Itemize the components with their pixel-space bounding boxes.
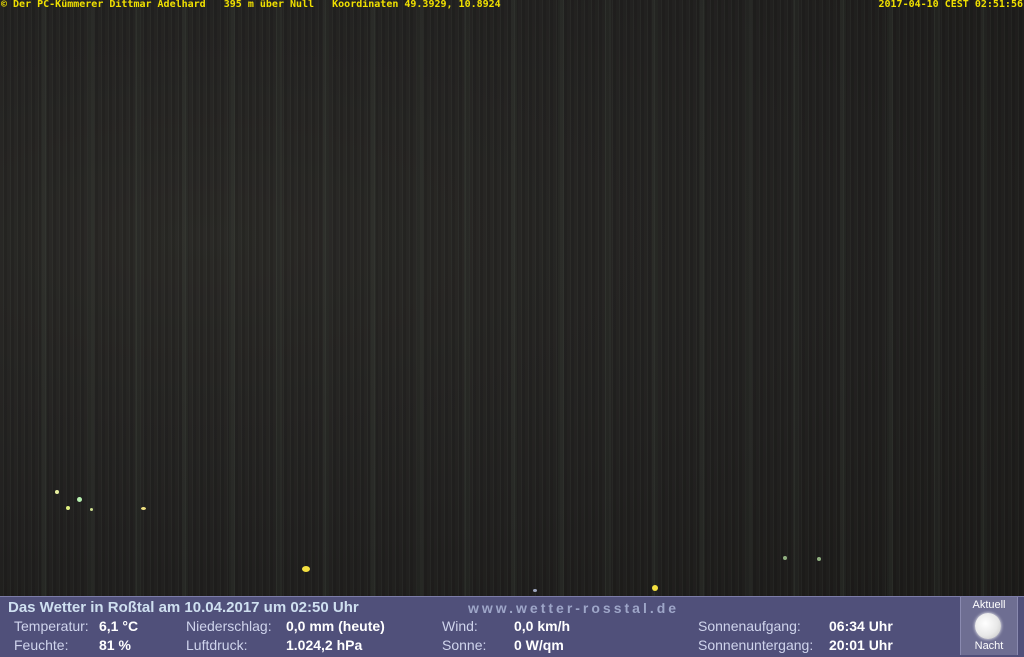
street-light <box>533 589 537 592</box>
caption-info: © Der PC-Kümmerer Dittmar Adelhard 395 m… <box>1 0 501 10</box>
weather-panel: Das Wetter in Roßtal am 10.04.2017 um 02… <box>0 596 1024 657</box>
sunset-value: 20:01 Uhr <box>829 637 893 653</box>
temperature-value: 6,1 °C <box>99 618 139 634</box>
street-light <box>66 506 70 510</box>
street-light <box>141 507 146 510</box>
temperature-label: Temperatur: <box>14 618 89 634</box>
street-light <box>77 497 82 502</box>
humidity-value: 81 % <box>99 637 131 653</box>
pressure-value: 1.024,2 hPa <box>286 637 363 653</box>
webcam-image <box>0 0 1024 596</box>
street-light <box>652 585 658 591</box>
sunset-label: Sonnenuntergang: <box>698 637 814 653</box>
sun-value: 0 W/qm <box>514 637 564 653</box>
sunrise-label: Sonnenaufgang: <box>698 618 801 634</box>
pressure-label: Luftdruck: <box>186 637 248 653</box>
precipitation-label: Niederschlag: <box>186 618 272 634</box>
precipitation-value: 0,0 mm (heute) <box>286 618 385 634</box>
moon-current-label: Aktuell <box>972 599 1006 611</box>
moon-phase-box: Aktuell Nacht <box>960 597 1018 655</box>
full-moon-icon <box>975 613 1001 639</box>
wind-label: Wind: <box>442 618 478 634</box>
webcam-caption: © Der PC-Kümmerer Dittmar Adelhard 395 m… <box>0 0 1024 12</box>
sun-label: Sonne: <box>442 637 487 653</box>
street-light <box>302 566 310 572</box>
weather-headline: Das Wetter in Roßtal am 10.04.2017 um 02… <box>8 599 359 616</box>
moon-night-label: Nacht <box>974 640 1004 652</box>
sunrise-value: 06:34 Uhr <box>829 618 893 634</box>
site-url: www.wetter-rosstal.de <box>468 600 680 616</box>
street-light <box>783 556 787 560</box>
street-light <box>90 508 93 511</box>
caption-timestamp: 2017-04-10 CEST 02:51:56 <box>878 0 1024 10</box>
street-light <box>817 557 821 561</box>
humidity-label: Feuchte: <box>14 637 69 653</box>
wind-value: 0,0 km/h <box>514 618 571 634</box>
street-light <box>55 490 59 494</box>
